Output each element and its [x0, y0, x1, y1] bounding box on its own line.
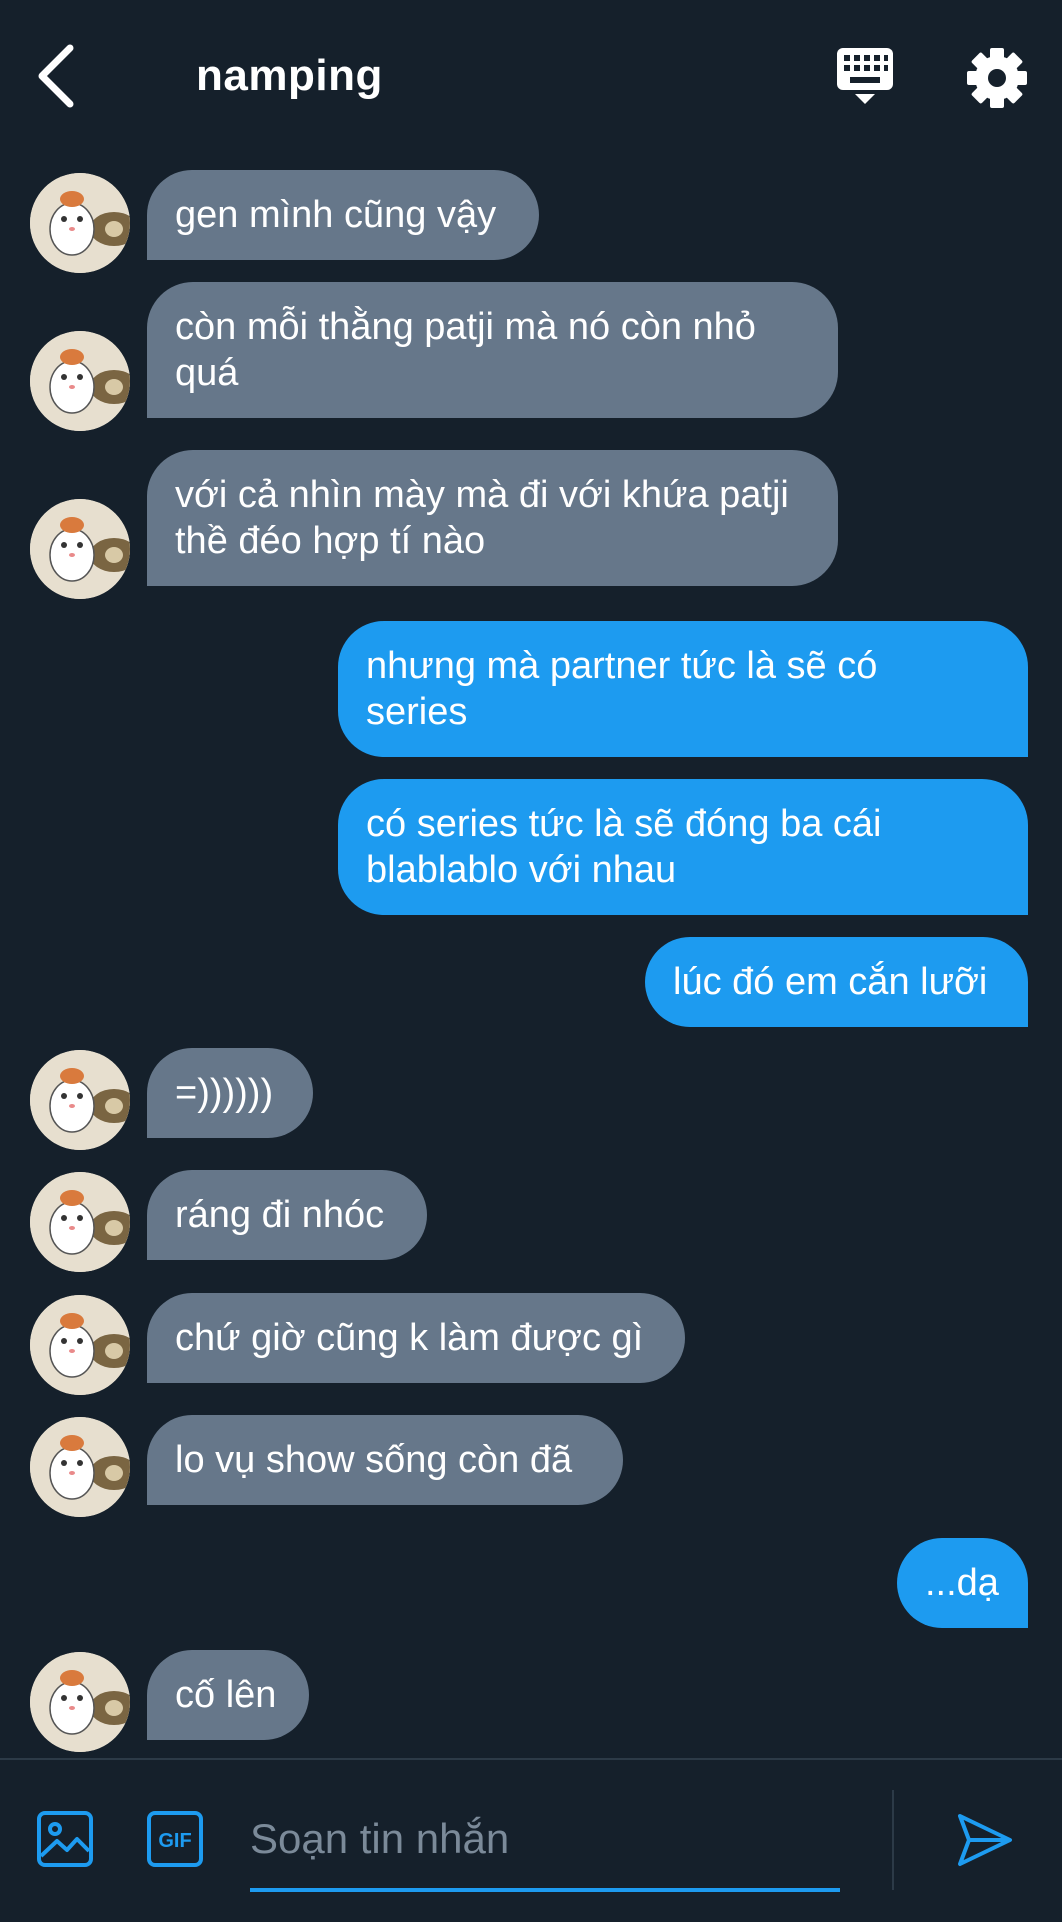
message-bubble[interactable]: cố lên: [147, 1650, 309, 1740]
message-bubble[interactable]: lo vụ show sống còn đã: [147, 1415, 623, 1505]
hamster-avatar-icon: [30, 499, 130, 599]
hamster-avatar-icon: [30, 1050, 130, 1150]
send-icon: [958, 1814, 1012, 1866]
message-list[interactable]: gen mình cũng vậy còn mỗi thằng patji mà…: [0, 150, 1062, 1758]
avatar[interactable]: [30, 1652, 130, 1752]
hamster-avatar-icon: [30, 1417, 130, 1517]
message-bubble[interactable]: ráng đi nhóc: [147, 1170, 427, 1260]
message-bubble[interactable]: chứ giờ cũng k làm được gì: [147, 1293, 685, 1383]
avatar[interactable]: [30, 331, 130, 431]
message-input-wrapper: [250, 1790, 840, 1892]
hamster-avatar-icon: [30, 331, 130, 431]
add-image-button[interactable]: [36, 1810, 94, 1868]
message-bubble[interactable]: nhưng mà partner tức là sẽ có series: [338, 621, 1028, 757]
hamster-avatar-icon: [30, 173, 130, 273]
message-bubble[interactable]: lúc đó em cắn lưỡi: [645, 937, 1028, 1027]
hamster-avatar-icon: [30, 1172, 130, 1272]
message-bubble[interactable]: với cả nhìn mày mà đi với khứa patji thề…: [147, 450, 838, 586]
avatar[interactable]: [30, 1050, 130, 1150]
avatar[interactable]: [30, 1172, 130, 1272]
keyboard-icon: [837, 48, 893, 104]
hamster-avatar-icon: [30, 1295, 130, 1395]
back-button[interactable]: [30, 40, 90, 112]
keyboard-button[interactable]: [835, 46, 895, 108]
back-arrow-icon: [38, 44, 74, 108]
gif-label: GIF: [158, 1830, 191, 1852]
message-composer: GIF: [0, 1758, 1062, 1922]
gif-icon: GIF: [147, 1811, 203, 1867]
message-bubble[interactable]: còn mỗi thằng patji mà nó còn nhỏ quá: [147, 282, 838, 418]
message-bubble[interactable]: gen mình cũng vậy: [147, 170, 539, 260]
image-icon: [37, 1811, 93, 1867]
message-bubble[interactable]: có series tức là sẽ đóng ba cái blablabl…: [338, 779, 1028, 915]
conversation-title: namping: [196, 51, 383, 100]
top-bar: namping: [0, 0, 1062, 150]
avatar[interactable]: [30, 173, 130, 273]
message-bubble[interactable]: ...dạ: [897, 1538, 1028, 1628]
composer-divider: [892, 1790, 894, 1890]
message-input[interactable]: [250, 1790, 840, 1888]
send-button[interactable]: [955, 1810, 1015, 1870]
avatar[interactable]: [30, 1295, 130, 1395]
message-bubble[interactable]: =)))))): [147, 1048, 313, 1138]
add-gif-button[interactable]: GIF: [146, 1810, 204, 1868]
hamster-avatar-icon: [30, 1652, 130, 1752]
gear-icon: [967, 48, 1027, 108]
avatar[interactable]: [30, 1417, 130, 1517]
avatar[interactable]: [30, 499, 130, 599]
settings-button[interactable]: [965, 46, 1029, 110]
